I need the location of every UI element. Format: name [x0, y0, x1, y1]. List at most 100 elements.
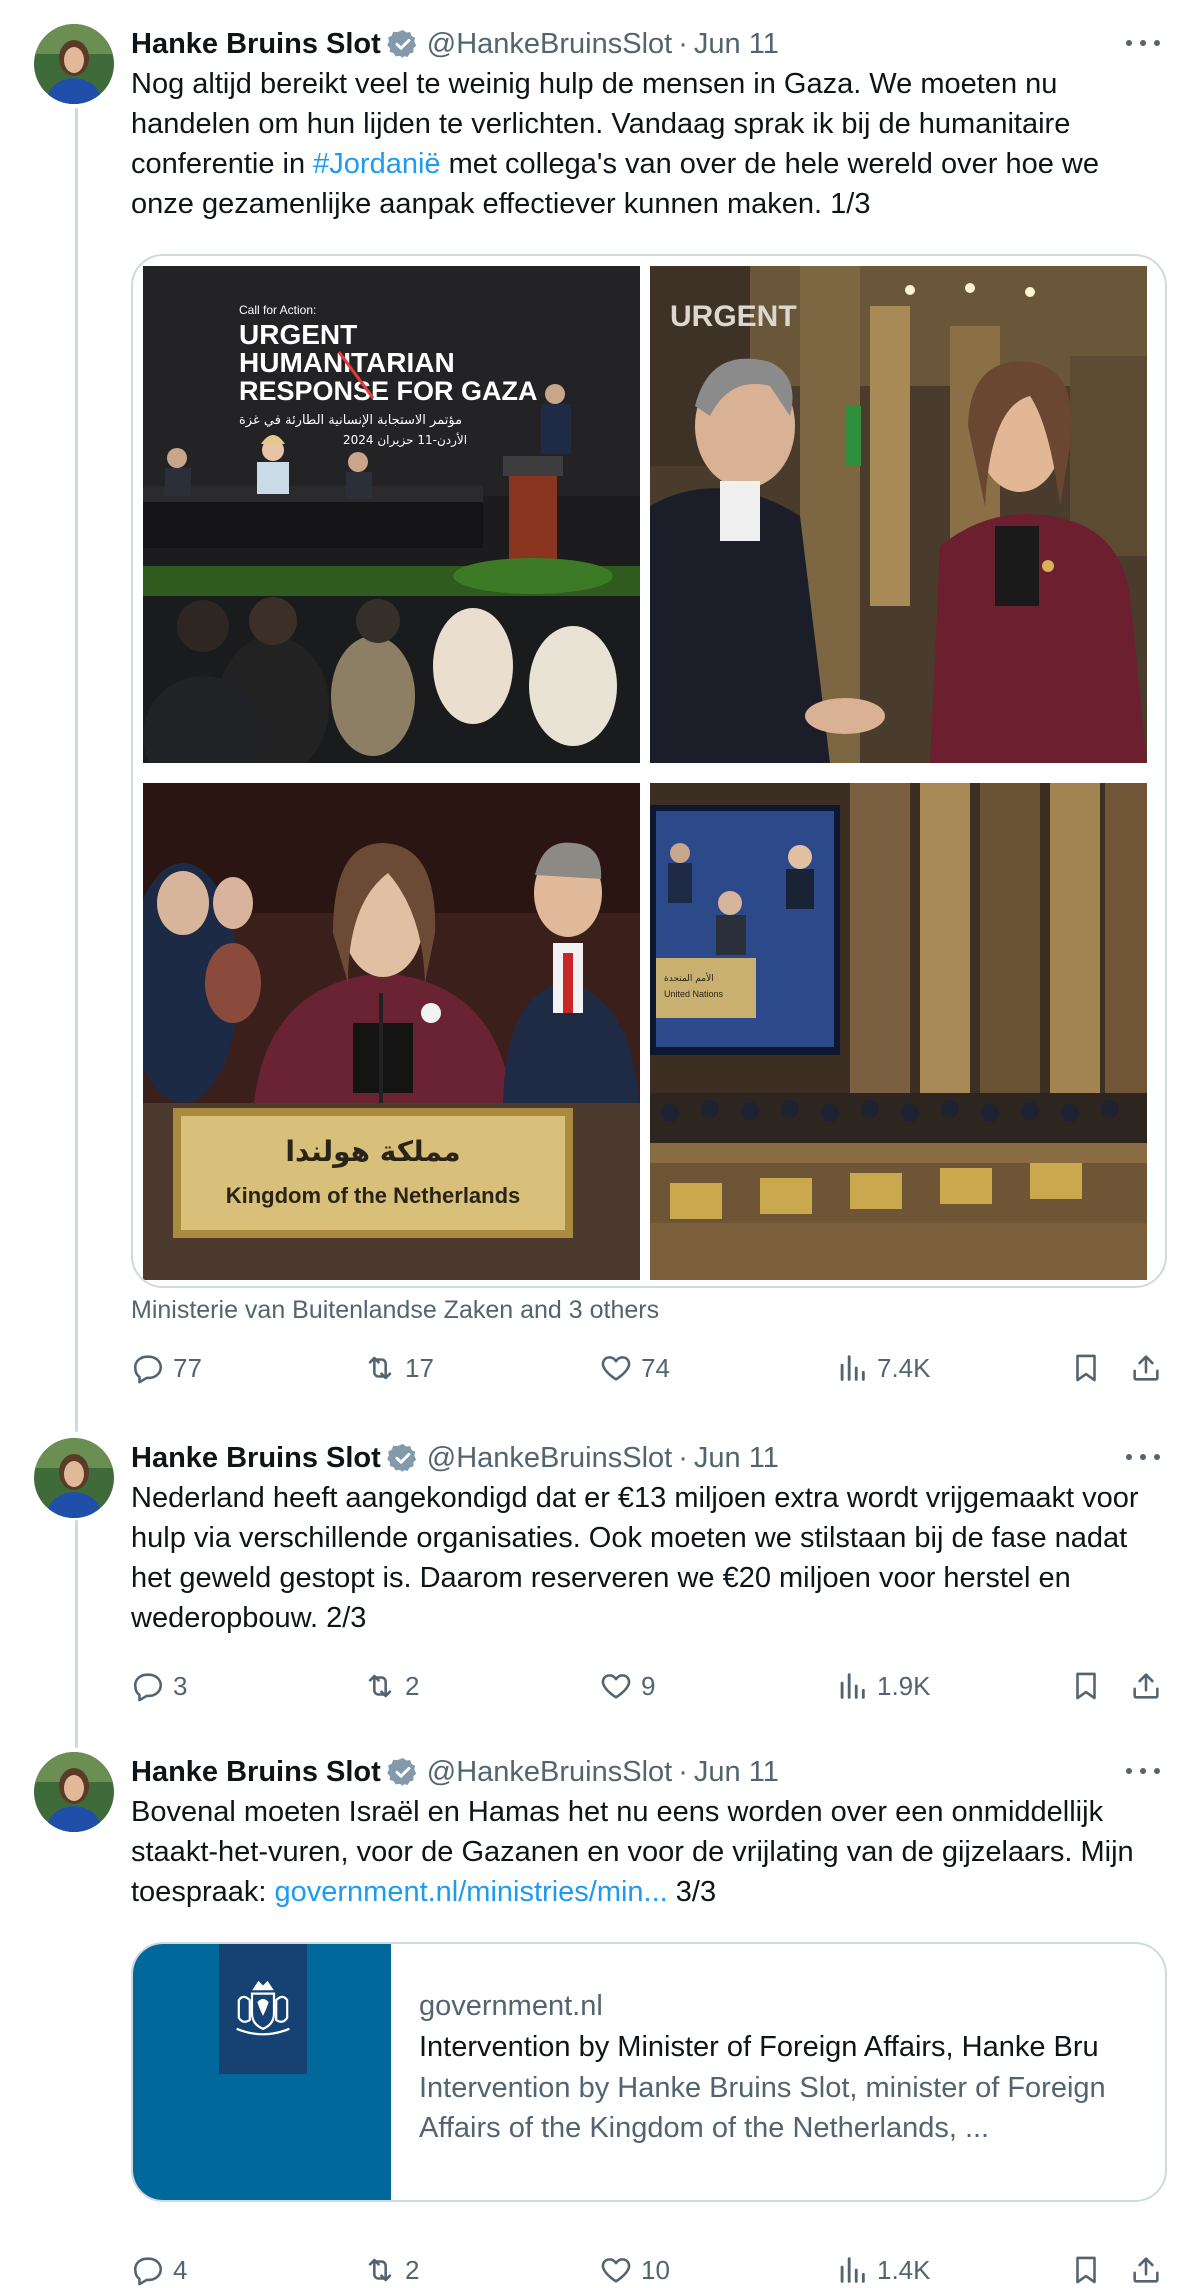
author-name[interactable]: Hanke Bruins Slot [131, 1442, 381, 1475]
views-chart-icon [840, 2257, 865, 2283]
views-chart-icon [840, 1355, 865, 1381]
banner-line3: RESPONSE FOR GAZA [239, 376, 538, 406]
svg-text:URGENT: URGENT [670, 300, 797, 333]
thread-connector [75, 108, 78, 1432]
like-button[interactable]: 9 [599, 1666, 655, 1706]
share-button[interactable] [1129, 1666, 1171, 1706]
verified-badge-icon[interactable] [386, 1756, 419, 1788]
external-link[interactable]: government.nl/ministries/min... [274, 1876, 667, 1908]
reply-count: 77 [173, 1352, 202, 1383]
repost-icon [368, 2258, 392, 2282]
nameplate-text: Kingdom of the Netherlands [226, 1183, 521, 1208]
tweet-text: Bovenal moeten Israël en Hamas het nu ee… [131, 1792, 1161, 1912]
coat-of-arms-icon [219, 1944, 307, 2074]
bookmark-icon [1076, 1354, 1096, 1382]
screen-label-ar: الأمم المتحدة [664, 972, 714, 984]
verified-badge-icon[interactable] [386, 28, 419, 60]
separator-dot: · [678, 1441, 688, 1474]
repost-count: 17 [405, 1352, 434, 1383]
bookmark-button[interactable] [1069, 1348, 1111, 1388]
like-count: 9 [641, 1670, 656, 1701]
author-handle[interactable]: @HankeBruinsSlot [427, 1756, 672, 1789]
banner-arabic: مؤتمر الاستجابة الإنسانية الطارئة في غزة [239, 413, 462, 428]
photo-handshake[interactable]: URGENT [650, 266, 1147, 763]
bookmark-button[interactable] [1069, 2250, 1111, 2288]
tweet-date[interactable]: Jun 11 [694, 1442, 779, 1475]
photo-conference-hall[interactable]: الأمم المتحدة United Nations [650, 783, 1147, 1280]
separator-dot: · [678, 27, 688, 60]
verified-badge-icon[interactable] [386, 1442, 419, 1474]
heart-icon [601, 2258, 631, 2283]
author-handle[interactable]: @HankeBruinsSlot [427, 28, 672, 61]
banner-line1: URGENT [239, 319, 357, 350]
action-bar: 4 2 10 1.4K [131, 2250, 1171, 2288]
repost-count: 2 [405, 1670, 420, 1701]
thread-connector [75, 1520, 78, 1748]
more-icon[interactable] [1126, 1756, 1160, 1786]
like-button[interactable]: 10 [599, 2250, 670, 2288]
hashtag-link[interactable]: #Jordanië [313, 148, 440, 180]
avatar[interactable] [34, 24, 114, 104]
photo-conference-stage[interactable]: Call for Action: URGENT HUMANITARIAN RES… [143, 266, 640, 763]
views-count: 7.4K [877, 1352, 931, 1383]
like-count: 74 [641, 1352, 670, 1383]
author-handle[interactable]: @HankeBruinsSlot [427, 1442, 672, 1475]
reply-button[interactable]: 3 [131, 1666, 187, 1706]
tweet-text: Nog altijd bereikt veel te weinig hulp d… [131, 64, 1161, 224]
tweet-text: Nederland heeft aangekondigd dat er €13 … [131, 1482, 1139, 1634]
repost-icon [368, 1674, 392, 1698]
tweet-text-part: 3/3 [667, 1876, 717, 1908]
author-name[interactable]: Hanke Bruins Slot [131, 1756, 381, 1789]
like-button[interactable]: 74 [599, 1348, 670, 1388]
more-icon[interactable] [1126, 1442, 1160, 1472]
tweet-header: Hanke Bruins Slot @HankeBruinsSlot · Jun… [131, 1752, 779, 1792]
tweet-header: Hanke Bruins Slot @HankeBruinsSlot · Jun… [131, 24, 779, 64]
repost-count: 2 [405, 2254, 420, 2285]
repost-button[interactable]: 17 [363, 1348, 434, 1388]
share-button[interactable] [1129, 1348, 1171, 1388]
share-button[interactable] [1129, 2250, 1171, 2288]
repost-button[interactable]: 2 [363, 1666, 419, 1706]
tweet-date[interactable]: Jun 11 [694, 1756, 779, 1789]
nameplate-arabic: مملكة هولندا [285, 1135, 460, 1168]
reply-icon [133, 1673, 163, 1702]
share-icon [1133, 1355, 1159, 1381]
reply-icon [133, 2257, 163, 2286]
share-icon [1133, 1673, 1159, 1699]
views-button[interactable]: 7.4K [835, 1348, 931, 1388]
tweet-date[interactable]: Jun 11 [694, 28, 779, 61]
reply-button[interactable]: 4 [131, 2250, 187, 2288]
banner-small: Call for Action: [239, 303, 316, 317]
link-preview-card[interactable]: government.nl Intervention by Minister o… [131, 1942, 1167, 2202]
screen-label: United Nations [664, 989, 724, 999]
action-bar: 3 2 9 1.9K [131, 1666, 1171, 1706]
author-name[interactable]: Hanke Bruins Slot [131, 28, 381, 61]
card-domain: government.nl [419, 1990, 603, 2022]
views-button[interactable]: 1.9K [835, 1666, 931, 1706]
card-text: government.nl Intervention by Minister o… [419, 1986, 1159, 2148]
repost-button[interactable]: 2 [363, 2250, 419, 2288]
separator-dot: · [678, 1755, 688, 1788]
action-bar: 77 17 74 7.4K [131, 1348, 1171, 1388]
bookmark-icon [1076, 2256, 1096, 2284]
views-count: 1.4K [877, 2254, 931, 2285]
heart-icon [601, 1674, 631, 1699]
heart-icon [601, 1356, 631, 1381]
reply-button[interactable]: 77 [131, 1348, 202, 1388]
views-button[interactable]: 1.4K [835, 2250, 931, 2288]
avatar[interactable] [34, 1752, 114, 1832]
views-count: 1.9K [877, 1670, 931, 1701]
repost-icon [368, 1356, 392, 1380]
card-title: Intervention by Minister of Foreign Affa… [419, 2031, 1099, 2063]
views-chart-icon [840, 1673, 865, 1699]
avatar[interactable] [34, 1438, 114, 1518]
banner-arabic-date: الأردن-11 حزيران 2024 [343, 432, 467, 448]
bookmark-icon [1076, 1672, 1096, 1700]
bookmark-button[interactable] [1069, 1666, 1111, 1706]
like-count: 10 [641, 2254, 670, 2285]
photo-speaker-nameplate[interactable]: مملكة هولندا Kingdom of the Netherlands [143, 783, 640, 1280]
social-context[interactable]: Ministerie van Buitenlandse Zaken and 3 … [131, 1296, 659, 1325]
reply-count: 4 [173, 2254, 188, 2285]
more-icon[interactable] [1126, 28, 1160, 58]
share-icon [1133, 2257, 1159, 2283]
